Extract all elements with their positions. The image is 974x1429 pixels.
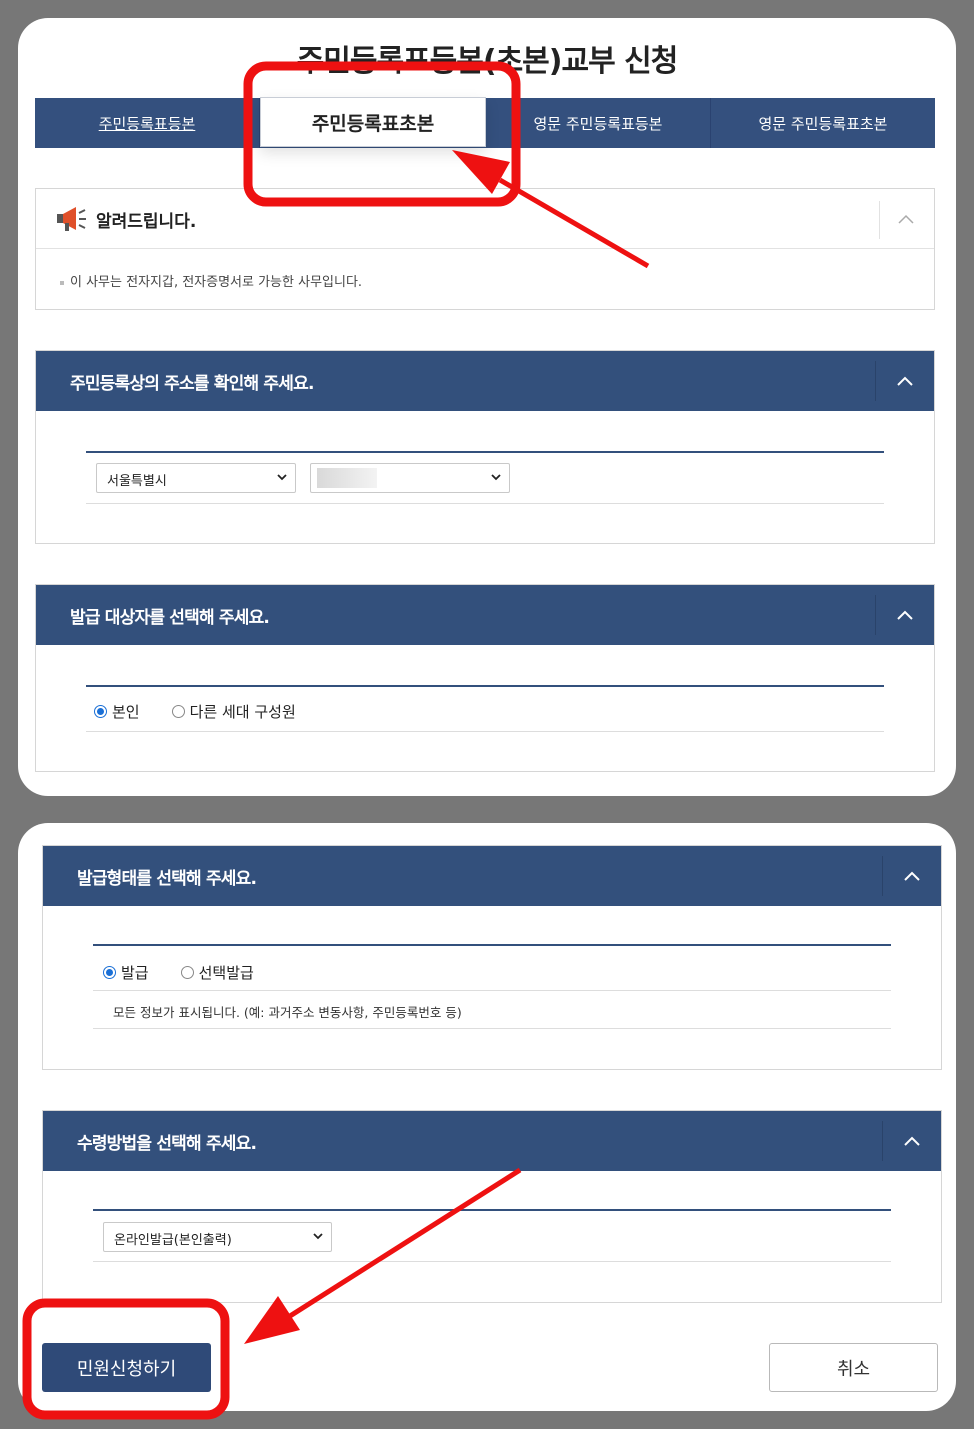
notice-box: 알려드립니다. 이 사무는 전자지갑, 전자증명서로 가능한 사무입니다. [35,188,935,310]
address-section: 주민등록상의 주소를 확인해 주세요. 서울특별시 [35,350,935,544]
chevron-up-icon[interactable] [901,866,923,886]
tab-english-resident-copy[interactable]: 영문 주민등록표등본 [486,98,711,148]
tab-resident-copy[interactable]: 주민등록표등본 [35,98,260,148]
format-description: 모든 정보가 표시됩니다. (예: 과거주소 변동사항, 주민등록번호 등) [113,1005,462,1020]
select-value: 온라인발급(본인출력) [114,1233,232,1248]
section-title: 수령방법을 선택해 주세요. [77,1134,257,1154]
divider [93,944,891,946]
receive-method-select[interactable]: 온라인발급(본인출력) [103,1222,332,1252]
section-header: 수령방법을 선택해 주세요. [43,1111,941,1171]
radio-label: 본인 [112,703,140,721]
divider [875,595,876,635]
city-select[interactable]: 서울특별시 [96,463,296,493]
megaphone-icon [57,207,86,231]
chevron-down-icon [491,474,501,481]
tab-english-resident-abstract[interactable]: 영문 주민등록표초본 [711,98,935,148]
section-body: 발급 선택발급 모든 정보가 표시됩니다. (예: 과거주소 변동사항, 주민등… [43,906,941,1070]
chevron-down-icon [277,474,287,481]
radio-other-member[interactable] [171,705,185,718]
divider [882,856,883,896]
target-radio-group: 본인 다른 세대 구성원 [94,701,296,722]
divider [86,685,884,687]
radio-selective-issue[interactable] [180,966,194,979]
notice-title: 알려드립니다. [96,212,197,232]
divider [93,1028,891,1029]
radio-issue[interactable] [103,966,116,979]
tab-label: 주민등록표등본 [98,114,196,133]
divider [93,990,891,991]
redacted-value [317,468,377,488]
section-body: 온라인발급(본인출력) [43,1171,941,1303]
tab-label: 주민등록표초본 [311,112,435,135]
tab-label: 영문 주민등록표초본 [758,114,888,133]
section-header: 발급형태를 선택해 주세요. [43,846,941,906]
section-title: 발급형태를 선택해 주세요. [77,869,257,889]
divider [93,1261,891,1262]
chevron-up-icon[interactable] [901,1131,923,1151]
page-title: 주민등록표등본(초본)교부 신청 [296,44,679,79]
divider [882,1121,883,1161]
divider [86,731,884,732]
notice-text: 이 사무는 전자지갑, 전자증명서로 가능한 사무입니다. [70,275,363,290]
chevron-up-icon[interactable] [894,371,916,391]
bullet [60,280,64,285]
format-section: 발급형태를 선택해 주세요. 발급 선택발급 모든 정보가 표시됩니다. (예:… [42,845,942,1070]
divider [93,1209,891,1211]
application-card-top: 주민등록표등본(초본)교부 신청 주민등록표등본 주민등록표초본 영문 주민등록… [18,18,956,796]
target-section: 발급 대상자를 선택해 주세요. 본인 다른 세대 구성원 [35,584,935,772]
divider [875,361,876,401]
section-title: 발급 대상자를 선택해 주세요. [70,608,270,628]
notice-header: 알려드립니다. [36,189,934,249]
divider [879,201,880,239]
select-value: 서울특별시 [107,474,167,489]
tab-resident-abstract[interactable]: 주민등록표초본 [260,97,486,147]
divider [86,503,884,504]
section-title: 주민등록상의 주소를 확인해 주세요. [70,374,314,394]
receive-section: 수령방법을 선택해 주세요. 온라인발급(본인출력) [42,1110,942,1303]
tab-bar: 주민등록표등본 주민등록표초본 영문 주민등록표등본 영문 주민등록표초본 [35,97,935,148]
radio-self[interactable] [94,705,107,718]
cancel-button[interactable]: 취소 [769,1343,938,1392]
application-card-bottom: 발급형태를 선택해 주세요. 발급 선택발급 모든 정보가 표시됩니다. (예:… [18,823,956,1411]
format-radio-group: 발급 선택발급 [103,962,254,983]
tab-label: 영문 주민등록표등본 [533,114,663,133]
section-header: 발급 대상자를 선택해 주세요. [36,585,934,645]
radio-label: 다른 세대 구성원 [189,703,296,721]
section-body: 본인 다른 세대 구성원 [36,645,934,772]
radio-label: 발급 [121,964,149,982]
submit-application-button[interactable]: 민원신청하기 [42,1343,211,1392]
chevron-up-icon[interactable] [896,209,916,229]
district-select[interactable] [310,463,510,493]
chevron-up-icon[interactable] [894,605,916,625]
chevron-down-icon [313,1233,323,1240]
radio-label: 선택발급 [198,964,254,982]
divider [86,451,884,453]
section-body: 서울특별시 [36,411,934,544]
notice-body: 이 사무는 전자지갑, 전자증명서로 가능한 사무입니다. [36,249,934,312]
section-header: 주민등록상의 주소를 확인해 주세요. [36,351,934,411]
